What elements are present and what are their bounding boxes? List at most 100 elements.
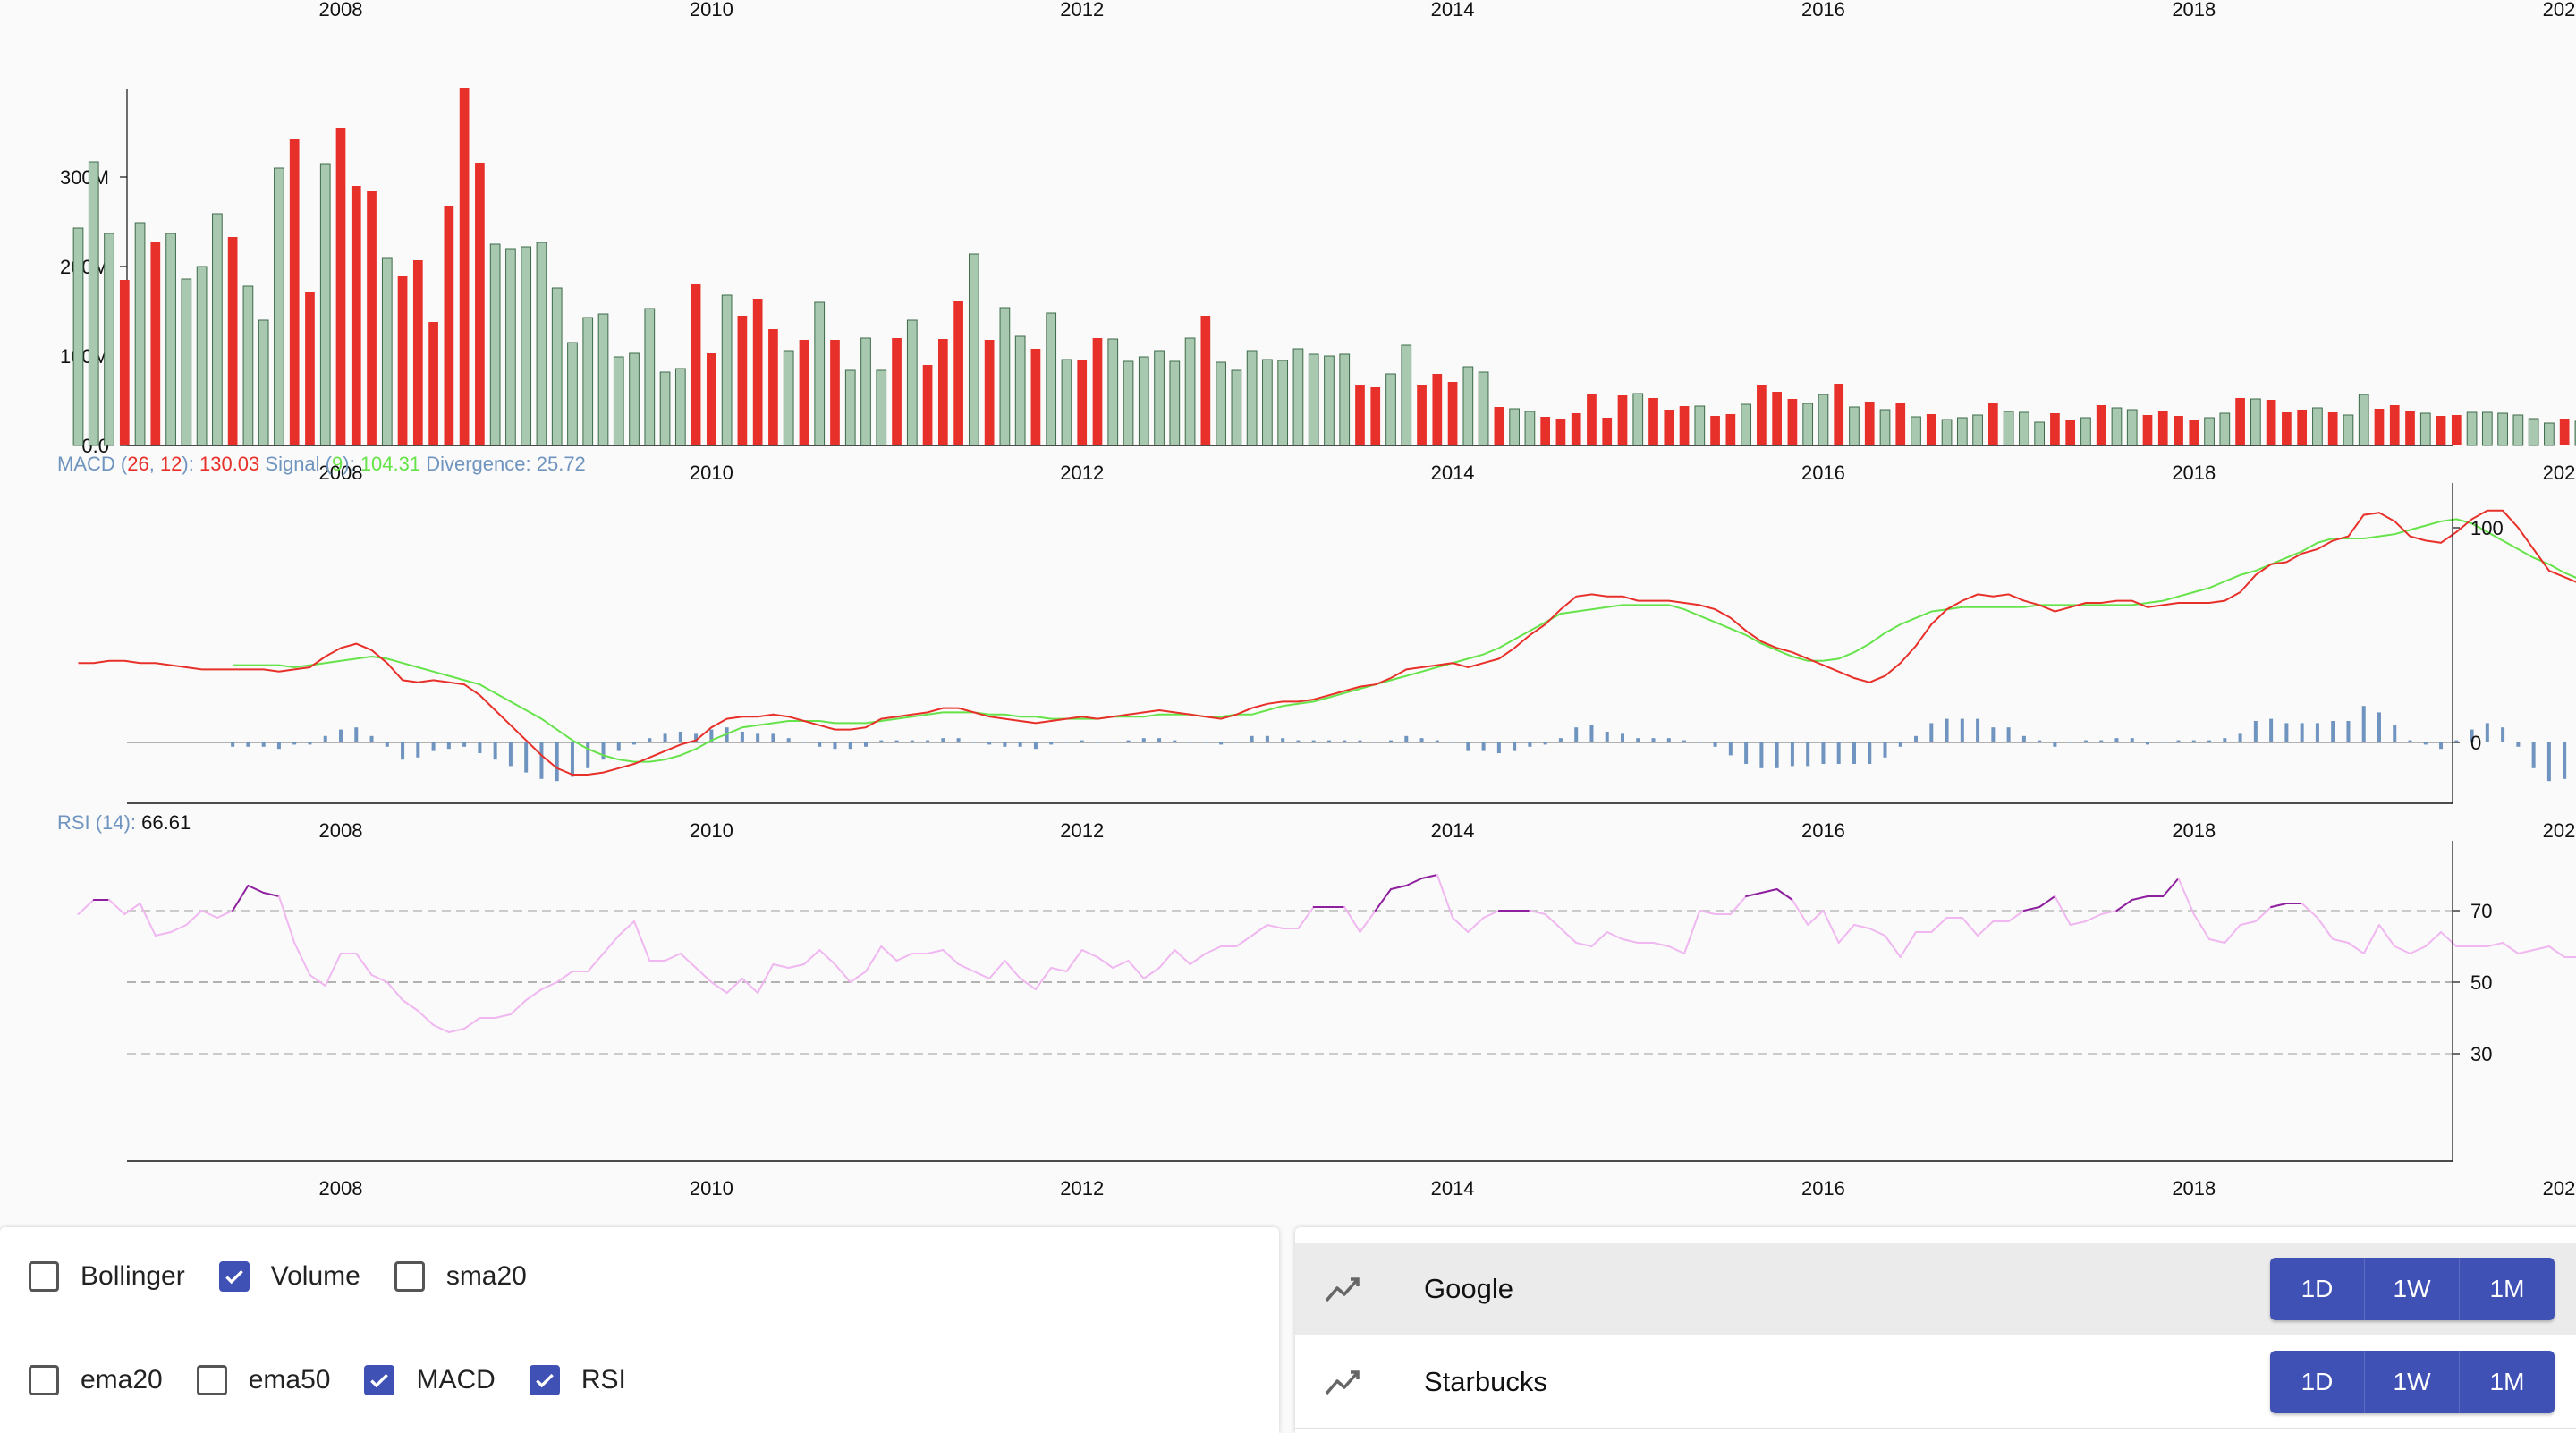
macd-divergence-bar: [1374, 742, 1377, 743]
macd-divergence-bar: [2284, 723, 2288, 742]
macd-checkbox-box[interactable]: [364, 1365, 394, 1395]
volume-bar-up: [1880, 410, 1890, 445]
volume-bar-down: [1031, 349, 1041, 445]
year-tick-label: 2008: [319, 0, 363, 21]
volume-bar-up: [1170, 361, 1180, 445]
range-1d-button[interactable]: 1D: [2270, 1351, 2365, 1413]
stock-item-google[interactable]: Google 1D 1W 1M: [1295, 1243, 2576, 1335]
macd-divergence-bar: [1961, 719, 1964, 742]
rsi-line-segment: [1422, 875, 1437, 878]
macd-divergence-bar: [632, 742, 636, 744]
volume-bar-up: [2359, 394, 2368, 445]
rsi-line-segment: [2518, 950, 2533, 954]
bollinger-label: Bollinger: [80, 1261, 185, 1292]
rsi-line-segment: [1406, 878, 1421, 886]
rsi-line-segment: [604, 936, 619, 954]
volume-bar-down: [691, 284, 701, 445]
checkbox-volume[interactable]: Volume: [219, 1261, 360, 1292]
macd-y-tick-label: 100: [2470, 517, 2504, 539]
volume-bar-up: [521, 247, 531, 445]
ema50-checkbox-box[interactable]: [197, 1365, 227, 1395]
volume-bar-down: [445, 206, 454, 445]
rsi-line-segment: [897, 954, 912, 961]
stock-item-starbucks[interactable]: Starbucks 1D 1W 1M: [1295, 1336, 2576, 1429]
rsi-line-segment: [1129, 961, 1144, 979]
year-tick-label: 2018: [2172, 1177, 2216, 1200]
macd-divergence-bar: [679, 732, 682, 742]
volume-bar-down: [1602, 418, 1612, 445]
macd-divergence-bar: [926, 741, 929, 742]
volume-bar-up: [1062, 360, 1072, 445]
checkbox-macd[interactable]: MACD: [364, 1365, 495, 1395]
macd-divergence-bar: [2131, 738, 2134, 742]
macd-divergence-bar: [741, 732, 744, 742]
year-tick-label: 2012: [1060, 1177, 1104, 1200]
macd-divergence-bar: [2424, 742, 2428, 744]
volume-bar-up: [182, 279, 191, 445]
volume-bar-up: [2205, 418, 2215, 445]
range-1w-button[interactable]: 1W: [2365, 1258, 2460, 1320]
year-tick-label: 2014: [1431, 819, 1475, 842]
sma20-label: sma20: [446, 1261, 527, 1292]
checkbox-ema50[interactable]: ema50: [197, 1365, 331, 1395]
macd-divergence-bar: [1003, 742, 1006, 747]
checkbox-ema20[interactable]: ema20: [29, 1365, 163, 1395]
volume-bar-down: [1680, 406, 1690, 445]
checkbox-bollinger[interactable]: Bollinger: [29, 1261, 185, 1292]
volume-bar-up: [1247, 351, 1257, 445]
macd-divergence-bar: [2177, 741, 2181, 742]
year-tick-label: 2014: [1431, 0, 1475, 21]
macd-divergence-bar: [2223, 738, 2226, 742]
range-1m-button[interactable]: 1M: [2460, 1351, 2555, 1413]
rsi-line-segment: [1561, 928, 1576, 943]
range-1d-button[interactable]: 1D: [2270, 1258, 2365, 1320]
ema20-label: ema20: [80, 1365, 163, 1395]
rsi-line-segment: [496, 1014, 511, 1018]
rsi-y-ticks: 305070: [2453, 900, 2492, 1065]
macd-divergence-bar: [602, 742, 606, 759]
macd-divergence-bar: [1173, 741, 1176, 742]
rsi-line-segment: [1391, 886, 1406, 889]
macd-divergence-bar: [911, 741, 914, 742]
macd-divergence-bar: [941, 738, 945, 742]
rsi-line-segment: [202, 911, 217, 918]
macd-divergence-bar: [1127, 741, 1131, 742]
macd-divergence-bar: [1884, 742, 1887, 758]
volume-bar-down: [413, 260, 423, 445]
volume-bar-down: [707, 353, 716, 445]
rsi-line-segment: [1623, 939, 1638, 943]
rsi-checkbox-box[interactable]: [530, 1365, 560, 1395]
bollinger-checkbox-box[interactable]: [29, 1261, 59, 1292]
macd-divergence-bar: [2301, 723, 2304, 742]
range-1m-button[interactable]: 1M: [2460, 1258, 2555, 1320]
rsi-line-segment: [2379, 925, 2394, 946]
volume-bar-down: [2174, 416, 2183, 445]
range-1w-button[interactable]: 1W: [2365, 1351, 2460, 1413]
macd-divergence-bar: [1606, 732, 1609, 742]
volume-bar-up: [2127, 410, 2137, 445]
rsi-line-segment: [233, 886, 248, 911]
rsi-line-segment: [2394, 946, 2410, 954]
volume-bar-up: [2081, 418, 2091, 445]
volume-bar-up: [197, 267, 207, 445]
volume-bar-down: [428, 322, 438, 445]
volume-bar-up: [1818, 394, 1828, 445]
year-tick-label: 2020: [2543, 462, 2576, 484]
year-tick-label: 2008: [319, 1177, 363, 1200]
rsi-line-segment: [2055, 896, 2070, 925]
macd-divergence-bar: [2547, 742, 2551, 781]
macd-divergence-bar: [1327, 741, 1331, 742]
rsi-line-segment: [974, 971, 989, 979]
volume-checkbox-box[interactable]: [219, 1261, 250, 1292]
volume-bar-up: [537, 242, 547, 445]
checkbox-sma20[interactable]: sma20: [394, 1261, 527, 1292]
macd-divergence-bar: [1544, 742, 1547, 744]
macd-divergence-bar: [1142, 738, 1146, 742]
sma20-checkbox-box[interactable]: [394, 1261, 425, 1292]
year-tick-label: 2020: [2543, 1177, 2576, 1200]
volume-bar-down: [2436, 416, 2446, 445]
ema20-checkbox-box[interactable]: [29, 1365, 59, 1395]
checkbox-rsi[interactable]: RSI: [530, 1365, 626, 1395]
rsi-y-tick-label: 50: [2470, 971, 2492, 994]
volume-bar-up: [970, 254, 979, 445]
